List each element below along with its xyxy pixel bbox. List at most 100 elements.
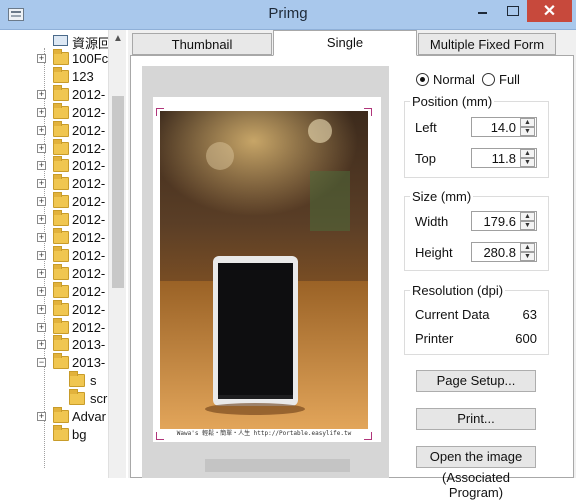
open-image-button[interactable]: Open the image (416, 446, 536, 468)
tree-item[interactable]: +2012- (0, 138, 110, 158)
folder-icon (53, 102, 69, 119)
folder-icon (53, 228, 69, 244)
tree-item-label: 2012- (72, 265, 106, 281)
expand-icon[interactable]: + (37, 107, 46, 117)
top-stepper[interactable]: 11.8 ▲ ▼ (471, 148, 537, 168)
decrement-icon[interactable]: ▼ (520, 221, 535, 230)
expand-icon[interactable]: + (37, 233, 46, 242)
expand-icon[interactable]: + (37, 286, 46, 296)
expand-icon[interactable]: + (37, 179, 46, 189)
tree-scrollbar[interactable]: ▲ (108, 30, 126, 478)
tab-single[interactable]: Single (273, 30, 417, 56)
height-value[interactable]: 280.8 (483, 245, 516, 260)
folder-icon (69, 389, 85, 406)
collapse-icon[interactable]: − (37, 358, 46, 368)
position-group-title: Position (mm) (410, 94, 495, 109)
expand-icon[interactable]: + (37, 215, 46, 225)
tree-item[interactable]: +2012- (0, 120, 110, 140)
folder-icon (53, 156, 69, 173)
expand-icon[interactable]: + (37, 322, 46, 332)
increment-icon[interactable]: ▲ (520, 212, 535, 221)
crop-mark-bottom-right (364, 432, 372, 440)
tree-item[interactable]: +2012- (0, 245, 110, 265)
maximize-button[interactable] (497, 0, 527, 22)
increment-icon[interactable]: ▲ (520, 118, 535, 127)
tree-item[interactable]: +2012- (0, 263, 110, 283)
tree-item-label: 2012- (72, 230, 106, 245)
expand-icon[interactable]: + (37, 161, 46, 171)
radio-dot[interactable] (416, 73, 429, 86)
decrement-icon[interactable]: ▼ (520, 127, 535, 136)
top-value[interactable]: 11.8 (492, 151, 516, 166)
expand-icon[interactable]: + (37, 340, 46, 350)
scroll-up-icon[interactable]: ▲ (109, 30, 127, 48)
tree-item[interactable]: +2012- (0, 281, 110, 301)
tree-item[interactable]: + Advar (0, 407, 110, 426)
full-radio-label: Full (499, 72, 520, 87)
tree-item[interactable]: − 2013- (0, 353, 110, 372)
height-stepper[interactable]: 280.8 ▲ ▼ (471, 242, 537, 262)
tree-item-label: 2012- (72, 140, 106, 156)
left-value[interactable]: 14.0 (491, 120, 516, 135)
decrement-icon[interactable]: ▼ (520, 252, 535, 261)
folder-icon (53, 49, 69, 65)
tree-item[interactable]: +2012- (0, 299, 110, 319)
tree-item[interactable]: +2012- (0, 102, 110, 122)
tree-item[interactable]: +2013- (0, 335, 110, 354)
tree-item[interactable]: +2012- (0, 317, 110, 337)
expand-icon[interactable]: + (37, 54, 46, 63)
tree-item[interactable]: scr (0, 389, 110, 408)
expand-icon[interactable]: + (37, 412, 46, 421)
decrement-icon[interactable]: ▼ (520, 158, 535, 167)
tree-item[interactable]: +100Fc (0, 49, 110, 68)
tree-item[interactable]: +2012- (0, 84, 110, 104)
left-label: Left (415, 120, 437, 135)
width-value[interactable]: 179.6 (483, 214, 516, 229)
tree-item[interactable]: 123 (0, 66, 110, 86)
folder-icon (53, 353, 69, 370)
printer-label: Printer (415, 331, 454, 346)
tree-item-label: 2013- (72, 337, 106, 353)
normal-radio-label: Normal (433, 72, 475, 87)
expand-icon[interactable]: + (37, 304, 46, 314)
page-setup-button[interactable]: Page Setup... (416, 370, 536, 392)
expand-icon[interactable]: + (37, 89, 46, 99)
expand-icon[interactable]: + (37, 197, 46, 207)
expand-icon[interactable]: + (37, 143, 46, 153)
preview-photo (160, 111, 368, 429)
tree-item[interactable]: +2012- (0, 192, 110, 211)
increment-icon[interactable]: ▲ (520, 243, 535, 252)
width-stepper[interactable]: 179.6 ▲ ▼ (471, 211, 537, 231)
top-label: Top (415, 151, 436, 166)
folder-icon (53, 120, 69, 137)
tree-item[interactable]: bg (0, 424, 110, 444)
expand-icon[interactable]: + (37, 268, 46, 278)
tree-item[interactable]: +2012- (0, 228, 110, 247)
folder-icon (53, 424, 69, 441)
tree-item-label: 2012- (72, 194, 106, 210)
crop-mark-bottom-left (156, 432, 164, 440)
tree-item-label: 2012- (72, 86, 106, 102)
tab-thumbnail[interactable]: Thumbnail (132, 33, 272, 55)
tree-item[interactable]: +2012- (0, 174, 110, 193)
resolution-group-title: Resolution (dpi) (410, 283, 506, 298)
folder-icon (53, 245, 69, 262)
close-button[interactable]: ✕ (527, 0, 572, 22)
current-data-value: 63 (522, 307, 537, 322)
tree-item-label: 2012- (72, 247, 106, 263)
folder-icon (53, 281, 69, 298)
tree-item[interactable]: s (0, 371, 110, 390)
left-stepper[interactable]: 14.0 ▲ ▼ (471, 117, 537, 137)
print-button[interactable]: Print... (416, 408, 536, 430)
tree-item-root[interactable]: 資源回 (0, 32, 111, 51)
expand-icon[interactable]: + (37, 125, 46, 135)
increment-icon[interactable]: ▲ (520, 149, 535, 158)
tab-multiple-fixed-form[interactable]: Multiple Fixed Form (418, 33, 556, 55)
minimize-button[interactable] (467, 0, 497, 22)
scrollbar-thumb[interactable] (112, 96, 124, 288)
tree-item[interactable]: +2012- (0, 156, 110, 175)
tree-item-label: 2013- (72, 355, 106, 371)
tree-item[interactable]: +2012- (0, 210, 110, 229)
expand-icon[interactable]: + (37, 250, 46, 260)
radio-dot[interactable] (482, 73, 495, 86)
